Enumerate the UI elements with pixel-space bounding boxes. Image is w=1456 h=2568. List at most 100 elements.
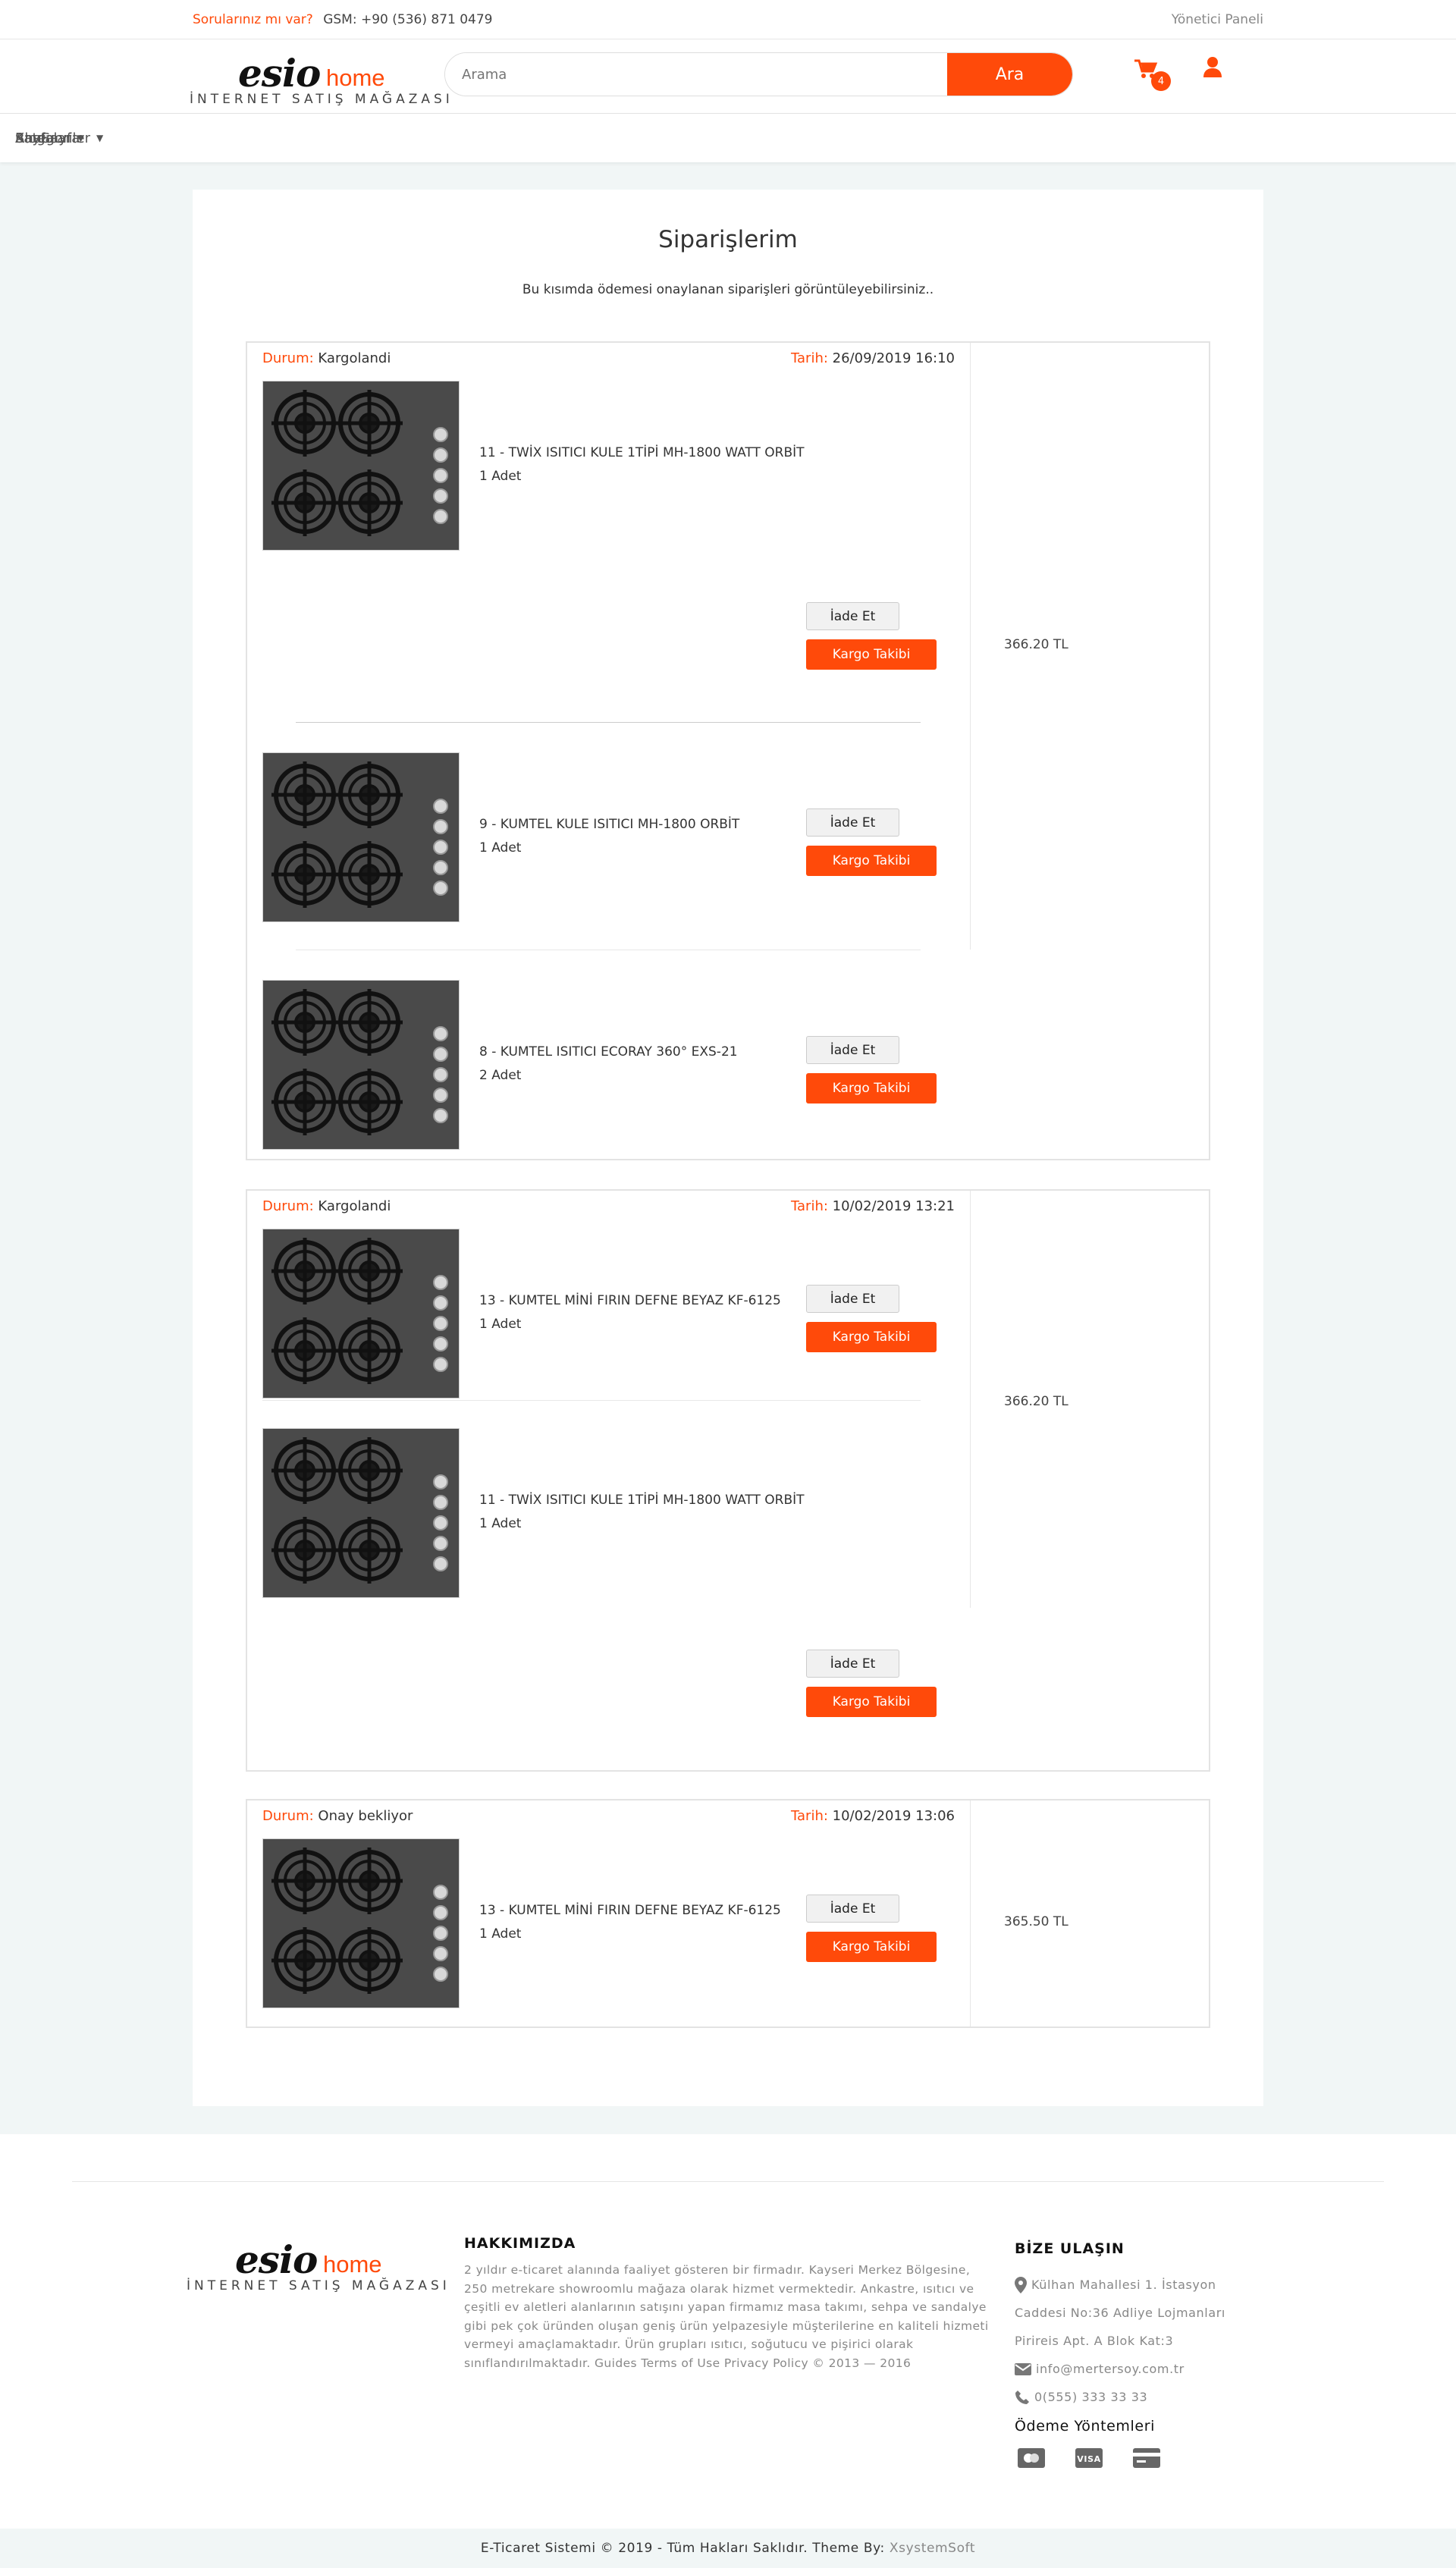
item-divider: [296, 722, 921, 723]
cargo-tracking-button[interactable]: Kargo Takibi: [806, 1322, 937, 1352]
mastercard-icon: [1018, 2448, 1045, 2478]
product-image[interactable]: [262, 1428, 460, 1598]
return-button[interactable]: İade Et: [806, 1036, 899, 1064]
product-name: 13 - KUMTEL MİNİ FIRIN DEFNE BEYAZ KF-61…: [479, 1293, 781, 1308]
contact-line: Sorularınız mı var? GSM: +90 (536) 871 0…: [193, 12, 493, 27]
logo-mark: esio: [238, 51, 321, 96]
logo-home: home: [323, 2251, 382, 2278]
logo-subtitle: İNTERNET SATIŞ MAĞAZASI: [187, 2278, 450, 2293]
cargo-tracking-button[interactable]: Kargo Takibi: [806, 1073, 937, 1103]
copyright-text: E-Ticaret Sistemi © 2019 - Tüm Hakları S…: [480, 2541, 885, 2556]
order-status: Durum: Onay bekliyor: [262, 1808, 413, 1824]
product-name: 9 - KUMTEL KULE ISITICI MH-1800 ORBİT: [479, 817, 740, 832]
page-intro: Bu kısımda ödemesi onaylanan siparişleri…: [522, 282, 934, 297]
gsm-text: GSM: +90 (536) 871 0479: [323, 12, 493, 27]
about-text: 2 yıldır e-ticaret alanında faaliyet gös…: [464, 2263, 989, 2370]
email-line[interactable]: info@mertersoy.com.tr: [1015, 2355, 1265, 2383]
order-status: Durum: Kargolandi: [262, 350, 391, 366]
search-bar: Ara: [444, 52, 1073, 96]
question-text: Sorularınız mı var?: [193, 12, 313, 27]
map-marker-icon: [1015, 2276, 1027, 2293]
product-image[interactable]: [262, 752, 460, 922]
order-card: Durum: Kargolandi Tarih: 10/02/2019 13:2…: [246, 1189, 1210, 1772]
product-name: 11 - TWİX ISITICI KULE 1TİPİ MH-1800 WAT…: [479, 445, 805, 460]
product-qty: 1 Adet: [479, 1516, 522, 1531]
page-title: Siparişlerim: [658, 226, 798, 253]
product-image[interactable]: [262, 1229, 460, 1399]
item-actions: İade Et Kargo Takibi: [806, 602, 937, 670]
main-nav: AnaSayfa Kategoriler ▼ Sayfalar ▼ Blog: [0, 114, 1456, 162]
product-image[interactable]: [262, 381, 460, 551]
about-title: HAKKIMIZDA: [464, 2235, 576, 2252]
svg-text:VISA: VISA: [1077, 2454, 1100, 2464]
order-total: 366.20 TL: [1004, 1394, 1068, 1409]
header: esio home İNTERNET SATIŞ MAĞAZASI Ara 4: [0, 39, 1456, 114]
logo-subtitle: İNTERNET SATIŞ MAĞAZASI: [190, 92, 453, 107]
cargo-tracking-button[interactable]: Kargo Takibi: [806, 639, 937, 670]
product-info: 13 - KUMTEL MİNİ FIRIN DEFNE BEYAZ KF-61…: [479, 1289, 781, 1336]
phone-line[interactable]: 0(555) 333 33 33: [1015, 2383, 1265, 2411]
return-button[interactable]: İade Et: [806, 602, 899, 630]
site-logo[interactable]: esio home İNTERNET SATIŞ MAĞAZASI: [190, 46, 450, 107]
return-button[interactable]: İade Et: [806, 808, 899, 837]
product-info: 8 - KUMTEL ISITICI ECORAY 360° EXS-21 2 …: [479, 1041, 738, 1088]
search-input[interactable]: [445, 53, 947, 96]
logo-mark: esio: [235, 2237, 318, 2282]
product-qty: 1 Adet: [479, 1317, 522, 1332]
item-actions: İade Et Kargo Takibi: [806, 1036, 937, 1103]
product-name: 13 - KUMTEL MİNİ FIRIN DEFNE BEYAZ KF-61…: [479, 1903, 781, 1918]
nav-item-blog[interactable]: Blog: [15, 130, 698, 146]
cart-count-badge: 4: [1151, 71, 1171, 91]
phone-icon: [1015, 2390, 1029, 2404]
product-info: 11 - TWİX ISITICI KULE 1TİPİ MH-1800 WAT…: [479, 1489, 805, 1536]
product-image[interactable]: [262, 1838, 460, 2008]
product-name: 8 - KUMTEL ISITICI ECORAY 360° EXS-21: [479, 1044, 738, 1060]
credit-card-icon: [1133, 2448, 1160, 2478]
order-date: Tarih: 10/02/2019 13:21: [791, 1198, 955, 1214]
admin-panel-link[interactable]: Yönetici Paneli: [1172, 12, 1263, 27]
address-line: Caddesi No:36 Adliye Lojmanları: [1015, 2306, 1225, 2320]
visa-icon: VISA: [1075, 2448, 1103, 2478]
search-button[interactable]: Ara: [947, 53, 1072, 96]
payment-icons: VISA: [1018, 2448, 1265, 2478]
order-total: 365.50 TL: [1004, 1914, 1068, 1929]
order-card: Durum: Onay bekliyor Tarih: 10/02/2019 1…: [246, 1799, 1210, 2028]
contact-section: BİZE ULAŞIN Külhan Mahallesi 1. İstasyon…: [1015, 2235, 1265, 2478]
cargo-tracking-button[interactable]: Kargo Takibi: [806, 1687, 937, 1717]
logo-home: home: [326, 64, 385, 91]
cart-button[interactable]: 4: [1133, 58, 1171, 96]
return-button[interactable]: İade Et: [806, 1285, 899, 1313]
user-button[interactable]: [1203, 56, 1222, 82]
return-button[interactable]: İade Et: [806, 1895, 899, 1923]
product-info: 11 - TWİX ISITICI KULE 1TİPİ MH-1800 WAT…: [479, 441, 805, 488]
footer-divider: [72, 2181, 1384, 2182]
item-actions: İade Et Kargo Takibi: [806, 1650, 937, 1717]
cargo-tracking-button[interactable]: Kargo Takibi: [806, 1932, 937, 1962]
top-bar: Sorularınız mı var? GSM: +90 (536) 871 0…: [0, 0, 1456, 39]
return-button[interactable]: İade Et: [806, 1650, 899, 1678]
product-qty: 1 Adet: [479, 840, 522, 855]
address-line: Piri̇reis Apt. A Blok Kat:3: [1015, 2334, 1174, 2348]
envelope-icon: [1015, 2362, 1031, 2375]
theme-author-link[interactable]: XsystemSoft: [890, 2541, 975, 2556]
orders-panel: Siparişlerim Bu kısımda ödemesi onaylana…: [193, 190, 1263, 2106]
item-divider: [262, 1400, 921, 1401]
footer-logo[interactable]: esio home İNTERNET SATIŞ MAĞAZASI: [187, 2233, 447, 2293]
product-info: 13 - KUMTEL MİNİ FIRIN DEFNE BEYAZ KF-61…: [479, 1899, 781, 1946]
user-icon: [1203, 57, 1222, 77]
order-date: Tarih: 10/02/2019 13:06: [791, 1808, 955, 1824]
order-status: Durum: Kargolandi: [262, 1198, 391, 1214]
about-section: HAKKIMIZDA 2 yıldır e-ticaret alanında f…: [464, 2235, 991, 2372]
copyright-bar: E-Ticaret Sistemi © 2019 - Tüm Hakları S…: [0, 2529, 1456, 2568]
payment-title: Ödeme Yöntemleri: [1015, 2418, 1155, 2435]
footer: esio home İNTERNET SATIŞ MAĞAZASI HAKKIM…: [0, 2134, 1456, 2529]
address-line: Külhan Mahallesi 1. İstasyon: [1015, 2271, 1265, 2299]
contact-title: BİZE ULAŞIN: [1015, 2240, 1125, 2257]
item-actions: İade Et Kargo Takibi: [806, 808, 937, 876]
product-image[interactable]: [262, 980, 460, 1150]
item-actions: İade Et Kargo Takibi: [806, 1895, 937, 1962]
product-info: 9 - KUMTEL KULE ISITICI MH-1800 ORBİT 1 …: [479, 813, 739, 860]
product-qty: 1 Adet: [479, 1926, 522, 1942]
product-qty: 1 Adet: [479, 469, 522, 484]
cargo-tracking-button[interactable]: Kargo Takibi: [806, 846, 937, 876]
